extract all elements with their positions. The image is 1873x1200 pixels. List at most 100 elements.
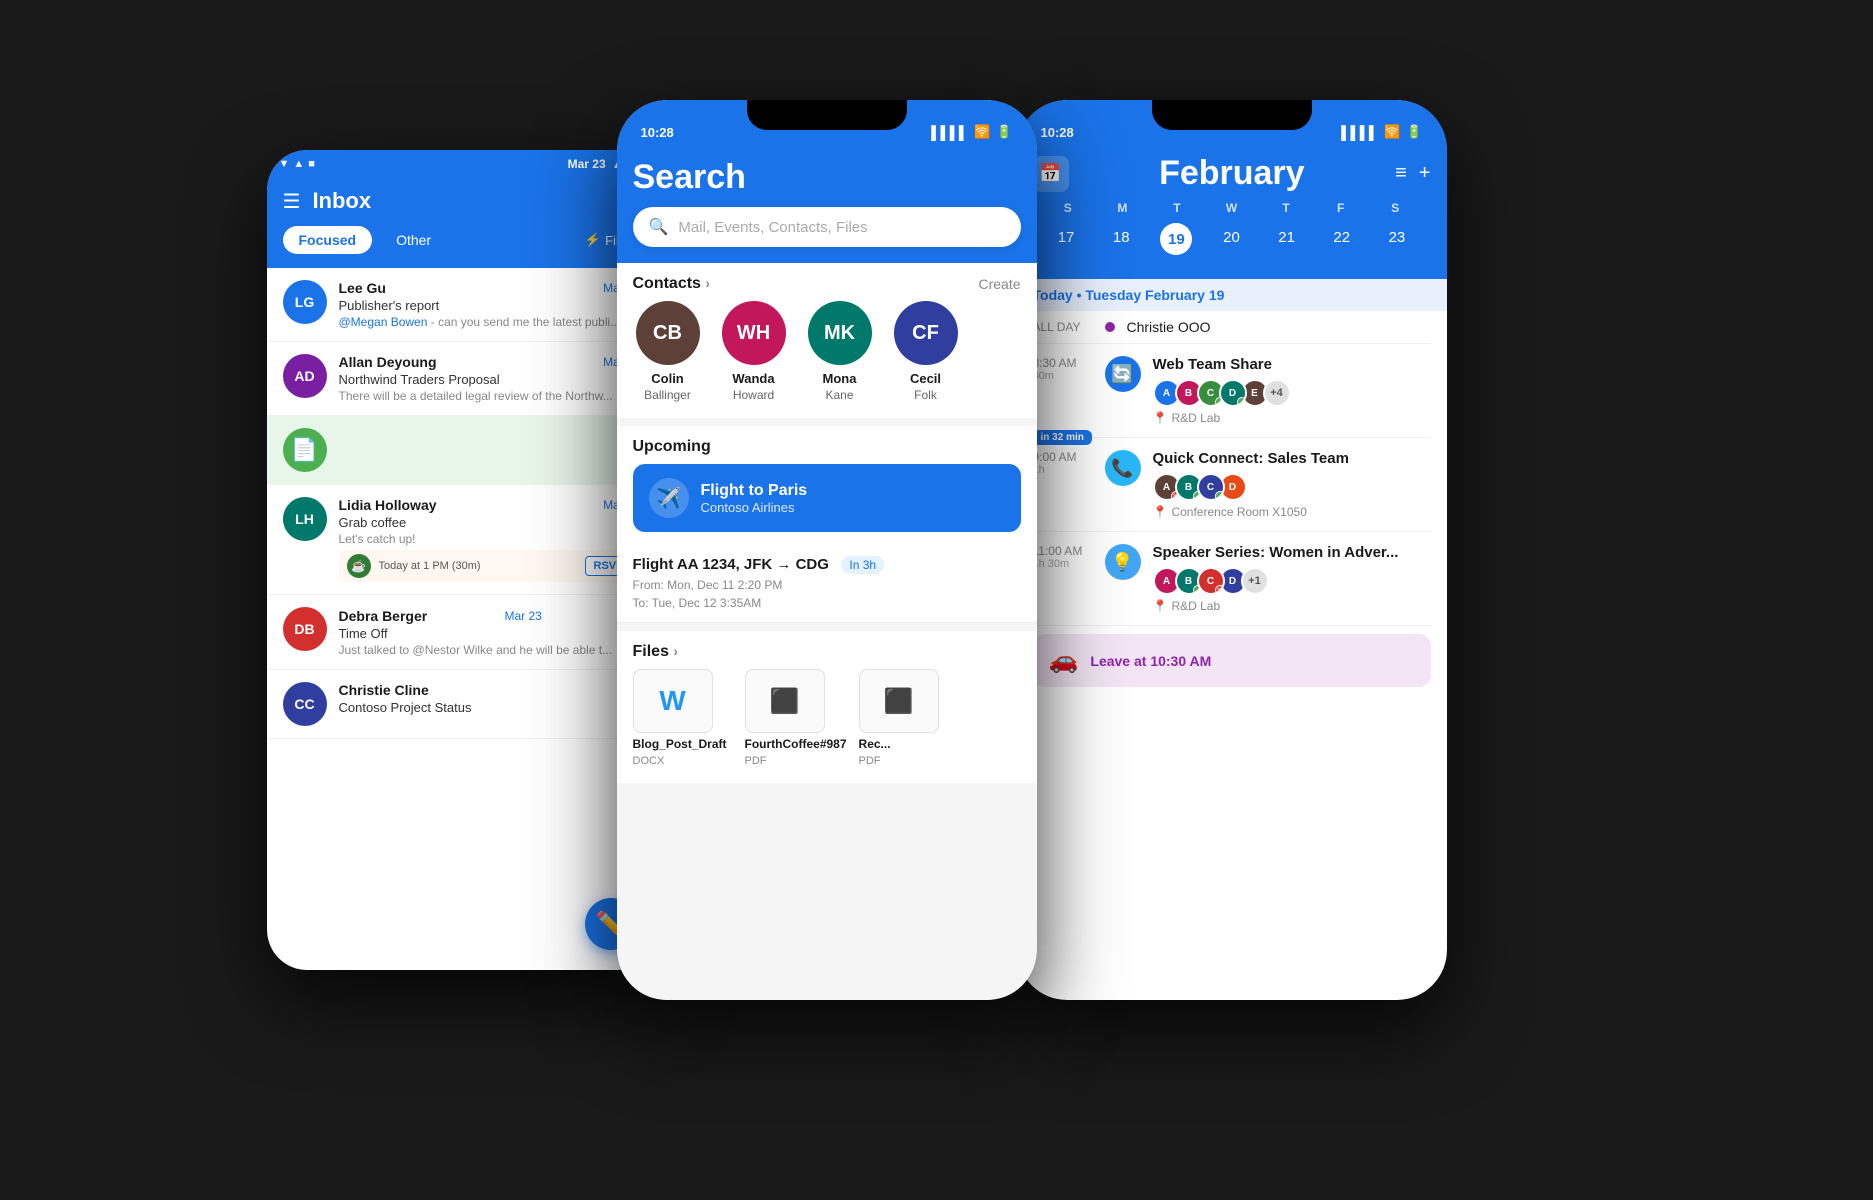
add-event-icon[interactable]: + [1419, 162, 1431, 185]
attendees-plus-4: +4 [1263, 379, 1291, 407]
contact-colin[interactable]: CB Colin Ballinger [633, 301, 703, 402]
cal-day-20[interactable]: 20 [1206, 223, 1257, 255]
tab-other[interactable]: Other [380, 226, 447, 254]
search-input[interactable]: Mail, Events, Contacts, Files [678, 219, 867, 236]
event-speaker[interactable]: 11:00 AM 1h 30m 💡 Speaker Series: Women … [1033, 532, 1431, 626]
avatar-debra: DB [283, 607, 327, 651]
flight-icon: ✈️ [649, 478, 689, 518]
cal-day-19-today[interactable]: 19 [1160, 223, 1192, 255]
file-name-blog: Blog_Post_Draft [633, 737, 727, 751]
email-item-allan[interactable]: AD Allan Deyoung Mar 23 Northwind Trader… [267, 342, 657, 416]
day-header-s1: S [1041, 201, 1096, 215]
attendee-4: D [1219, 379, 1247, 407]
search-icon: 🔍 [649, 217, 669, 237]
contact-name-colin: Colin [651, 371, 684, 386]
phone-inbox: ▼▲■ Mar 23 ▲ 🔋 ☰ Inbox Focused Other ⚡ F… [267, 150, 657, 970]
contact-cecil[interactable]: CF Cecil Folk [891, 301, 961, 402]
contact-mona[interactable]: MK Mona Kane [805, 301, 875, 402]
cal-day-23[interactable]: 23 [1371, 223, 1422, 255]
cal-day-17[interactable]: 17 [1041, 223, 1092, 255]
contact-avatar-mona: MK [808, 301, 872, 365]
today-label: Today • Tuesday February 19 [1017, 279, 1447, 311]
all-day-row: ALL DAY Christie OOO [1033, 311, 1431, 344]
cal-icons-right: ≡ + [1395, 162, 1430, 185]
file-fourth-coffee[interactable]: ⬛ FourthCoffee#987 PDF [745, 669, 847, 767]
cal-day-22[interactable]: 22 [1316, 223, 1367, 255]
signal-icon: ▌▌▌▌ [931, 125, 968, 140]
day-header-s2: S [1368, 201, 1423, 215]
contact-wanda[interactable]: WH Wanda Howard [719, 301, 789, 402]
quick-connect-title: Quick Connect: Sales Team [1153, 450, 1349, 467]
email-item-lidia[interactable]: LH Lidia Holloway Mar 23 Grab coffee Let… [267, 485, 657, 595]
email-subject-allan: Northwind Traders Proposal [339, 372, 641, 387]
cal-day-18[interactable]: 18 [1096, 223, 1147, 255]
web-team-title: Web Team Share [1153, 356, 1431, 373]
cal-month-title: February [1159, 154, 1305, 193]
contact-name-wanda: Wanda [732, 371, 774, 386]
word-icon: W [659, 685, 685, 717]
wifi-icon-right: 🛜 [1384, 124, 1400, 140]
contact-lastname-wanda: Howard [733, 388, 774, 402]
contact-lastname-cecil: Folk [914, 388, 937, 402]
avatar-christie: CC [283, 682, 327, 726]
files-section-header: Files › [617, 631, 1037, 669]
cal-week-row: 17 18 19 20 21 22 23 [1033, 219, 1431, 263]
pdf-icon-2: ⬛ [884, 687, 914, 716]
email-preview: @Megan Bowen - can you send me the lates… [339, 315, 641, 329]
quick-connect-icon: 📞 [1105, 450, 1141, 486]
all-day-event[interactable]: Christie OOO [1127, 319, 1211, 335]
web-team-avatars: A B C D E +4 [1153, 379, 1431, 407]
flight-card[interactable]: ✈️ Flight to Paris Contoso Airlines [633, 464, 1021, 532]
file-rec[interactable]: ⬛ Rec... PDF [859, 669, 959, 767]
calendar-icon[interactable]: 📅 [1033, 156, 1069, 192]
create-action[interactable]: Create [978, 276, 1020, 292]
flight-details[interactable]: Flight AA 1234, JFK → CDG In 3h From: Mo… [617, 544, 1037, 623]
leave-text: Leave at 10:30 AM [1090, 653, 1211, 669]
signal-icon-right: ▌▌▌▌ [1341, 125, 1378, 140]
inbox-tabs: Focused Other ⚡ Filters [283, 226, 641, 254]
email-list: LG Lee Gu Mar 23 Publisher's report @Meg… [267, 268, 657, 739]
email-sender-debra: Debra Berger [339, 608, 428, 624]
event-time-web: 8:30 AM 30m [1033, 356, 1093, 425]
email-content-allan: Allan Deyoung Mar 23 Northwind Traders P… [339, 354, 641, 403]
day-header-t1: T [1150, 201, 1205, 215]
contacts-section-title: Contacts › [633, 275, 711, 293]
event-chip-lidia: ☕ Today at 1 PM (30m) RSVP [339, 550, 641, 582]
email-subject: Publisher's report [339, 298, 641, 313]
all-day-dot [1105, 322, 1115, 332]
email-preview-lidia: Let's catch up! [339, 532, 641, 546]
email-item-christie[interactable]: CC Christie Cline Contoso Project Status [267, 670, 657, 739]
search-bar[interactable]: 🔍 Mail, Events, Contacts, Files [633, 207, 1021, 247]
quick-connect-content: Quick Connect: Sales Team ✕A B C [1153, 450, 1431, 519]
location-icon-2: 📍 [1153, 505, 1168, 519]
contact-lastname-mona: Kane [825, 388, 853, 402]
web-team-location: 📍 R&D Lab [1153, 411, 1431, 425]
tab-focused[interactable]: Focused [283, 226, 373, 254]
event-quick-connect[interactable]: 9:00 AM 1h 📞 Quick Connect: Sales Team ✕… [1033, 438, 1431, 532]
upcoming-section: Upcoming ✈️ Flight to Paris Contoso Airl… [617, 426, 1037, 623]
battery-icon-right: 🔋 [1406, 124, 1422, 140]
contact-avatar-colin: CB [636, 301, 700, 365]
speaker-title: Speaker Series: Women in Adver... [1153, 544, 1431, 561]
qc-attendee-3: C [1197, 473, 1225, 501]
email-item-lee-gu[interactable]: LG Lee Gu Mar 23 Publisher's report @Meg… [267, 268, 657, 342]
event-time: Today at 1 PM (30m) [379, 560, 481, 572]
menu-icon[interactable]: ☰ [283, 189, 301, 214]
email-item-highlighted[interactable]: 📄 AV Adele Vance Marketing Strategy I ha… [267, 416, 657, 485]
web-team-content: Web Team Share A B C D E +4 [1153, 356, 1431, 425]
email-content-lidia: Lidia Holloway Mar 23 Grab coffee Let's … [339, 497, 641, 582]
email-item-debra[interactable]: DB Debra Berger Mar 23 🚩 Time Off Just t… [267, 595, 657, 670]
battery-icon-center: 🔋 [996, 124, 1012, 140]
cal-day-21[interactable]: 21 [1261, 223, 1312, 255]
list-view-icon[interactable]: ≡ [1395, 162, 1407, 185]
calendar-header: 📅 February ≡ + S M T W T F S [1017, 144, 1447, 279]
file-blog-post[interactable]: W Blog_Post_Draft DOCX [633, 669, 733, 767]
email-date-debra: Mar 23 [504, 609, 541, 623]
calendar-events: ALL DAY Christie OOO 8:30 AM 30m 🔄 Web T… [1017, 311, 1447, 695]
speaker-avatars: A B ✕C D +1 [1153, 567, 1431, 595]
event-web-team[interactable]: 8:30 AM 30m 🔄 Web Team Share A B C [1033, 344, 1431, 438]
leave-reminder[interactable]: 🚗 Leave at 10:30 AM [1033, 634, 1431, 687]
cal-week-header: S M T W T F S [1033, 193, 1431, 219]
avatar-lidia: LH [283, 497, 327, 541]
phone-calendar: 10:28 ▌▌▌▌ 🛜 🔋 📅 February ≡ + [1017, 100, 1447, 1000]
